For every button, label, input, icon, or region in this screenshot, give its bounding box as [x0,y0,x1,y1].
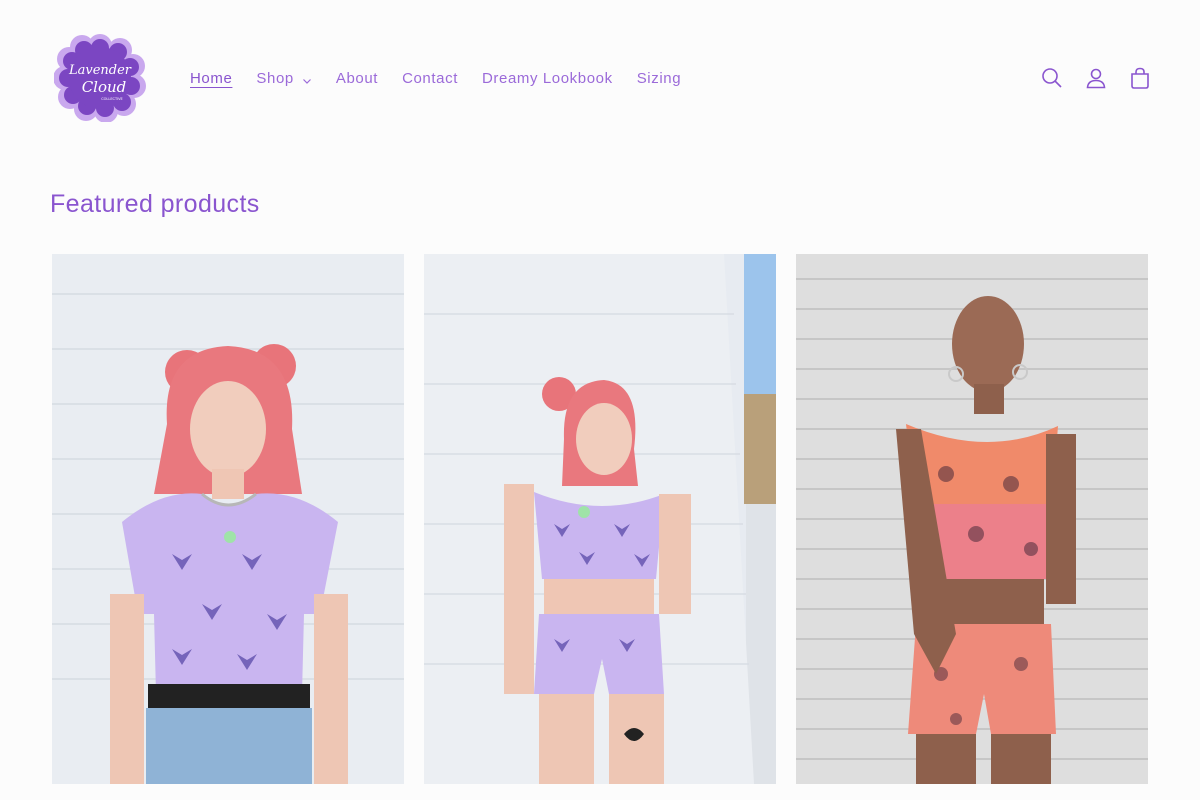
nav-item-dreamy-lookbook[interactable]: Dreamy Lookbook [470,64,625,92]
header-icons [1030,56,1162,100]
main-nav: Home Shop About Contact Dreamy Lookbook … [178,64,693,92]
account-icon [1086,68,1106,89]
product-card[interactable] [796,254,1148,784]
product-image-lavender-tee [52,254,404,784]
logo-word-2: Cloud [82,78,127,96]
nav-item-label: About [335,69,379,87]
logo-word-3: COLLECTIVE [101,97,123,101]
nav-item-label: Contact [402,69,458,87]
nav-item-shop[interactable]: Shop [244,64,323,92]
chevron-down-icon [302,73,312,84]
nav-item-label: Shop [256,69,294,87]
logo-word-1: Lavender [68,63,132,78]
brand-logo[interactable]: Lavender Cloud COLLECTIVE [53,34,146,123]
nav-item-about[interactable]: About [324,64,390,92]
product-image-sunset-crop-set [796,254,1148,784]
account-button[interactable] [1074,56,1118,100]
product-image-lavender-crop-set [424,254,776,784]
nav-item-contact[interactable]: Contact [390,64,470,92]
product-grid [52,254,1148,784]
site-header: Lavender Cloud COLLECTIVE Home Shop Abou… [0,0,1200,155]
search-button[interactable] [1030,56,1074,100]
nav-item-label: Sizing [636,69,682,87]
search-icon [1042,68,1062,88]
product-card[interactable] [52,254,404,784]
nav-item-home[interactable]: Home [178,64,244,92]
section-title: Featured products [50,190,260,218]
nav-item-label: Dreamy Lookbook [481,69,613,87]
cart-button[interactable] [1118,56,1162,100]
nav-item-label: Home [190,69,233,87]
product-card[interactable] [424,254,776,784]
cart-icon [1131,67,1149,89]
nav-item-sizing[interactable]: Sizing [625,64,693,92]
